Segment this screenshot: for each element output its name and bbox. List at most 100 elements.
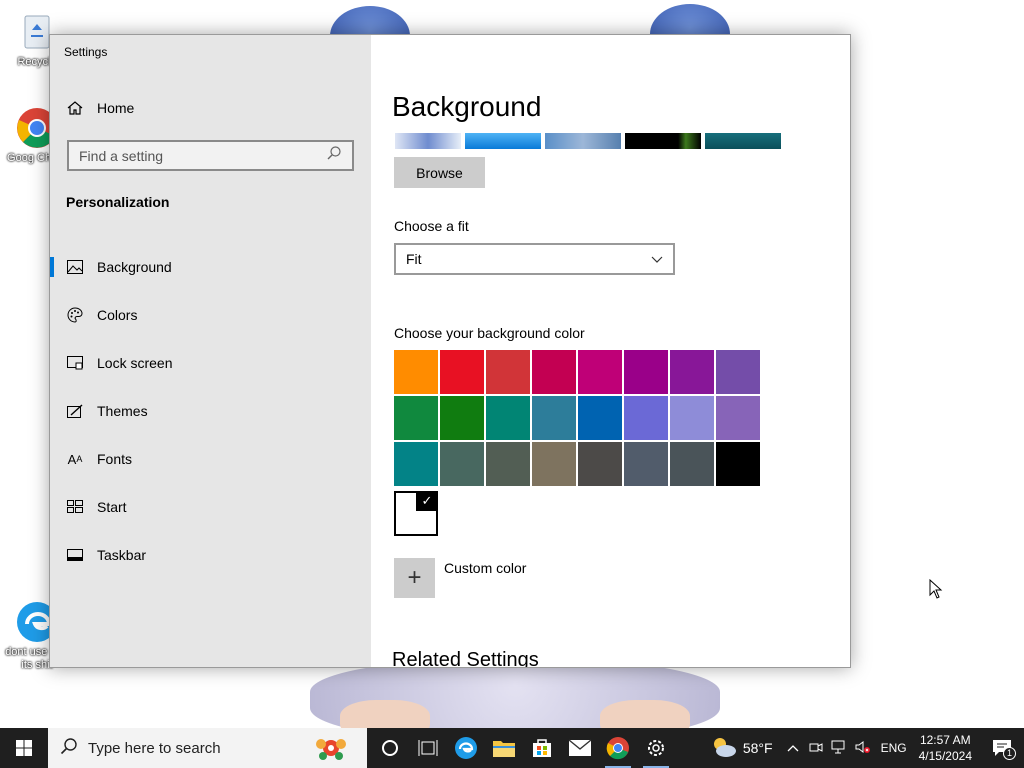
color-swatch[interactable] [394, 350, 438, 394]
color-swatch[interactable] [440, 396, 484, 440]
clock-time: 12:57 AM [919, 733, 971, 747]
windows-logo-icon [16, 740, 32, 756]
color-swatch[interactable] [486, 442, 530, 486]
cortana-button[interactable] [371, 728, 409, 768]
search-icon [60, 737, 78, 760]
volume-muted-icon[interactable] [855, 740, 871, 757]
sidebar-item-label: Taskbar [97, 547, 147, 563]
choose-fit-label: Choose a fit [394, 218, 469, 234]
color-swatch[interactable] [670, 350, 714, 394]
sidebar-item-label: Themes [97, 403, 148, 419]
language-indicator[interactable]: ENG [881, 741, 907, 755]
sidebar-item-label: Start [97, 499, 127, 515]
color-swatch[interactable] [670, 396, 714, 440]
color-swatch[interactable] [486, 396, 530, 440]
notification-count-badge: 1 [1003, 747, 1016, 760]
picture-icon [67, 259, 83, 275]
color-swatch[interactable] [624, 442, 668, 486]
color-swatch[interactable] [486, 350, 530, 394]
sidebar-item-background[interactable]: Background [50, 243, 371, 291]
taskbar-app-file-explorer[interactable] [485, 728, 523, 768]
recent-image-thumbnail[interactable] [705, 133, 781, 149]
plus-icon: + [407, 564, 422, 591]
settings-gear-icon [648, 740, 664, 756]
sidebar-item-fonts[interactable]: AA Fonts [50, 435, 371, 483]
taskbar-app-store[interactable] [523, 728, 561, 768]
taskbar-icon [67, 547, 83, 563]
sidebar-item-label: Lock screen [97, 355, 173, 371]
recent-image-thumbnail[interactable] [395, 133, 461, 149]
custom-color-label[interactable]: Custom color [444, 560, 526, 576]
content-pane: Background Browse Choose a fit Fit Choos… [371, 35, 850, 667]
page-title: Background [392, 91, 542, 122]
color-swatch[interactable] [440, 350, 484, 394]
fonts-icon: AA [67, 451, 83, 467]
nav-home[interactable]: Home [50, 93, 371, 123]
color-swatch[interactable] [624, 396, 668, 440]
selected-color-swatch[interactable]: ✓ [394, 491, 438, 536]
background-color-label: Choose your background color [394, 325, 585, 341]
find-setting-input[interactable]: Find a setting [67, 140, 354, 171]
task-view-button[interactable] [409, 728, 447, 768]
color-swatch[interactable] [532, 442, 576, 486]
sidebar: Settings Home Find a setting Personaliza… [50, 35, 371, 667]
clock[interactable]: 12:57 AM 4/15/2024 [919, 732, 972, 764]
taskbar-app-edge[interactable] [447, 728, 485, 768]
taskbar-app-mail[interactable] [561, 728, 599, 768]
color-swatch[interactable] [394, 396, 438, 440]
network-icon[interactable] [831, 740, 847, 757]
sidebar-item-taskbar[interactable]: Taskbar [50, 531, 371, 579]
taskbar-app-chrome[interactable] [599, 728, 637, 768]
sidebar-item-label: Fonts [97, 451, 133, 467]
chevron-up-icon[interactable] [787, 741, 799, 755]
taskbar-app-settings[interactable] [637, 728, 675, 768]
color-swatch[interactable] [578, 350, 622, 394]
sidebar-item-label: Background [97, 259, 172, 275]
mail-icon [568, 739, 592, 756]
cortana-icon [382, 740, 398, 756]
color-swatch[interactable] [532, 396, 576, 440]
sidebar-item-label: Colors [97, 307, 138, 323]
notification-button[interactable]: 1 [980, 728, 1024, 768]
search-icon [326, 145, 344, 166]
taskbar-search-placeholder: Type here to search [88, 739, 221, 757]
color-swatch[interactable] [578, 396, 622, 440]
sidebar-item-start[interactable]: Start [50, 483, 371, 531]
custom-color-button[interactable]: + [394, 558, 435, 598]
recent-image-thumbnail[interactable] [465, 133, 541, 149]
recent-images [395, 133, 781, 149]
folder-icon [493, 741, 515, 757]
sidebar-item-lock-screen[interactable]: Lock screen [50, 339, 371, 387]
sidebar-item-themes[interactable]: Themes [50, 387, 371, 435]
color-swatch[interactable] [716, 396, 760, 440]
fit-dropdown[interactable]: Fit [394, 243, 675, 275]
taskbar: Type here to search 58°F ENG 12:57 AM 4/… [0, 728, 1024, 768]
clock-date: 4/15/2024 [918, 749, 972, 763]
color-swatch[interactable] [716, 442, 760, 486]
color-swatch[interactable] [394, 442, 438, 486]
browse-button[interactable]: Browse [394, 157, 485, 188]
sidebar-item-colors[interactable]: Colors [50, 291, 371, 339]
color-swatch[interactable] [716, 350, 760, 394]
color-swatch-grid [394, 350, 764, 486]
recent-image-thumbnail[interactable] [545, 133, 621, 149]
color-swatch[interactable] [532, 350, 576, 394]
start-button[interactable] [0, 728, 48, 768]
wallpaper-hand-right [600, 700, 690, 728]
home-icon [67, 100, 83, 116]
color-swatch[interactable] [670, 442, 714, 486]
recent-image-thumbnail[interactable] [625, 133, 701, 149]
meet-now-icon[interactable] [809, 740, 823, 757]
color-swatch[interactable] [624, 350, 668, 394]
nav-list: Background Colors Lock screen Themes A A… [50, 243, 371, 579]
store-icon [533, 739, 551, 757]
weather-icon[interactable] [711, 736, 737, 761]
color-swatch[interactable] [578, 442, 622, 486]
themes-icon [67, 403, 83, 419]
search-highlight-icon [309, 732, 353, 768]
checkmark-icon: ✓ [416, 491, 438, 511]
chrome-icon [606, 737, 629, 760]
taskbar-search-box[interactable]: Type here to search [48, 728, 367, 768]
weather-temperature[interactable]: 58°F [743, 740, 773, 756]
color-swatch[interactable] [440, 442, 484, 486]
